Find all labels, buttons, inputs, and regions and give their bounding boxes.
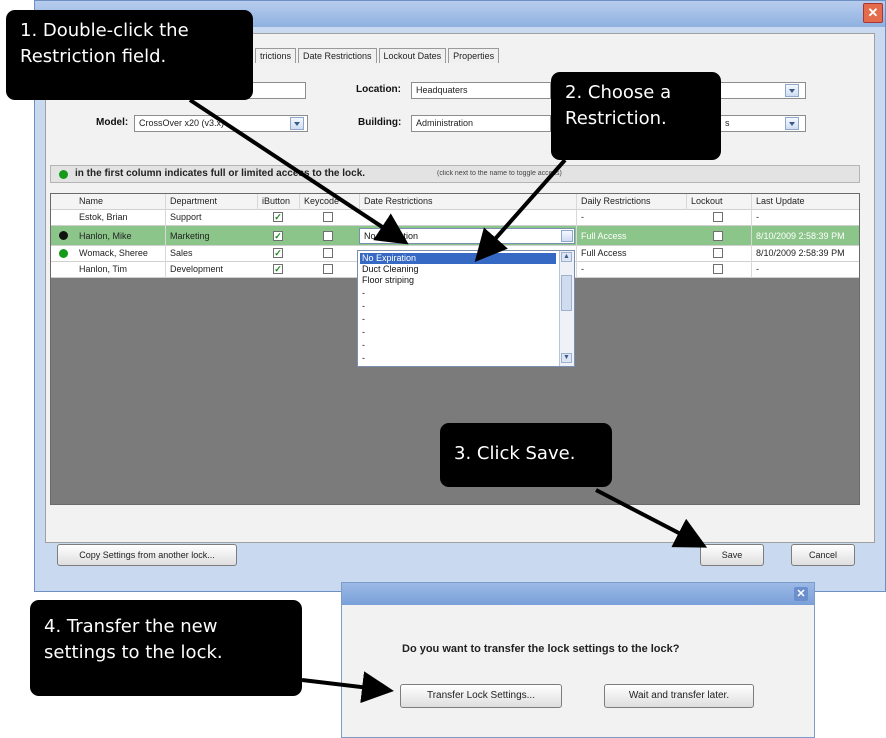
cell-name: Womack, Sheree [79,248,148,258]
date-restriction-value: No Expiration [364,231,419,241]
option-empty[interactable]: - [360,314,556,325]
dropdown-scrollbar[interactable]: ▲ ▼ [559,251,574,366]
info-bar-text: in the first column indicates full or li… [75,168,366,179]
lockout-checkbox[interactable] [713,248,723,258]
keycode-checkbox[interactable] [323,212,333,222]
tab-properties[interactable]: Properties [448,48,500,63]
cell-last-update: 8/10/2009 2:58:39 PM [751,226,859,246]
ibutton-checkbox[interactable]: ✓ [273,248,283,258]
chevron-down-icon[interactable] [290,117,304,130]
col-keycode[interactable]: Keycode [299,194,359,210]
tab-lockout-dates[interactable]: Lockout Dates [378,48,447,63]
date-restriction-dropdown[interactable]: No Expiration Duct Cleaning Floor stripi… [357,250,575,367]
option-no-expiration[interactable]: No Expiration [360,253,556,264]
callout-step1: 1. Double-click the Restriction field. [6,10,253,100]
callout-step4-line1: 4. Transfer the new [44,616,218,637]
cell-department: Support [165,210,257,226]
callout-step4-line2: settings to the lock. [44,642,223,663]
green-dot-icon [59,170,68,179]
callout-step1-line1: 1. Double-click the [20,20,189,41]
callout-step2-line1: 2. Choose a [565,82,672,103]
close-icon[interactable]: ✕ [863,3,883,23]
col-date-restrictions[interactable]: Date Restrictions [359,194,576,210]
table-row-selected[interactable]: Hanlon, Mike Marketing ✓ No Expiration F… [51,226,859,246]
keycode-checkbox[interactable] [323,264,333,274]
cell-daily: - [576,262,686,278]
option-floor-striping[interactable]: Floor striping [360,275,556,286]
cell-department: Sales [165,246,257,262]
lockout-checkbox[interactable] [713,231,723,241]
cell-daily: Full Access [576,226,686,246]
location-label: Location: [356,84,401,95]
col-lockout[interactable]: Lockout [686,194,751,210]
callout-step2-line2: Restriction. [565,108,667,129]
chevron-down-icon[interactable] [561,230,573,242]
transfer-dialog: ✕ Do you want to transfer the lock setti… [341,582,815,738]
save-button[interactable]: Save [700,544,764,566]
scroll-up-icon[interactable]: ▲ [561,252,572,262]
wait-transfer-later-button[interactable]: Wait and transfer later. [604,684,754,708]
cell-department: Development [165,262,257,278]
chevron-down-icon[interactable] [785,117,799,130]
option-empty[interactable]: - [360,301,556,312]
scroll-thumb[interactable] [561,275,572,311]
option-empty[interactable]: - [360,327,556,338]
lockout-checkbox[interactable] [713,264,723,274]
callout-step3: 3. Click Save. [440,423,612,487]
cancel-button[interactable]: Cancel [791,544,855,566]
date-restriction-select[interactable]: No Expiration [359,228,575,244]
location-field[interactable]: Headquaters [411,82,551,99]
transfer-lock-settings-button[interactable]: Transfer Lock Settings... [400,684,562,708]
dialog-titlebar [342,583,814,605]
col-ibutton[interactable]: iButton [257,194,299,210]
model-label: Model: [96,117,129,128]
cell-last-update: - [751,262,859,278]
info-bar-hint: (click next to the name to toggle access… [437,170,562,177]
grid-header: Name Department iButton Keycode Date Res… [51,194,859,210]
cell-name: Estok, Brian [79,212,128,222]
dialog-question: Do you want to transfer the lock setting… [402,643,680,655]
building-field[interactable]: Administration [411,115,551,132]
status-dot-icon [59,231,68,240]
tab-date-restrictions[interactable]: Date Restrictions [298,48,377,63]
scroll-down-icon[interactable]: ▼ [561,353,572,363]
ibutton-checkbox[interactable]: ✓ [273,212,283,222]
model-select[interactable]: CrossOver x20 (v3.x) [134,115,308,132]
ibutton-checkbox[interactable]: ✓ [273,231,283,241]
col-daily-restrictions[interactable]: Daily Restrictions [576,194,686,210]
building-label: Building: [358,117,402,128]
cell-daily: - [576,210,686,226]
table-row[interactable]: Estok, Brian Support ✓ - - [51,210,859,226]
tab-strip: trictions Date Restrictions Lockout Date… [255,48,501,63]
col-department[interactable]: Department [165,194,257,210]
copy-settings-button[interactable]: Copy Settings from another lock... [57,544,237,566]
col-last-update[interactable]: Last Update [751,194,859,210]
callout-step4: 4. Transfer the new settings to the lock… [30,600,302,696]
option-empty[interactable]: - [360,288,556,299]
keycode-checkbox[interactable] [323,231,333,241]
cell-name: Hanlon, Tim [79,264,128,274]
close-icon[interactable]: ✕ [794,587,808,601]
col-name[interactable]: Name [75,194,165,210]
option-empty[interactable]: - [360,353,556,364]
ibutton-checkbox[interactable]: ✓ [273,264,283,274]
option-empty[interactable]: - [360,340,556,351]
keycode-checkbox[interactable] [323,248,333,258]
cell-last-update: 8/10/2009 2:58:39 PM [751,246,859,262]
option-duct-cleaning[interactable]: Duct Cleaning [360,264,556,275]
cell-last-update: - [751,210,859,226]
status-dot-icon [59,249,68,258]
cell-department: Marketing [165,226,257,246]
lockout-checkbox[interactable] [713,212,723,222]
tab-restrictions[interactable]: trictions [255,48,297,63]
cell-name: Hanlon, Mike [79,231,132,241]
info-bar: in the first column indicates full or li… [50,165,860,183]
callout-step1-line2: Restriction field. [20,46,167,67]
callout-step2: 2. Choose a Restriction. [551,72,721,160]
cell-daily: Full Access [576,246,686,262]
chevron-down-icon[interactable] [785,84,799,97]
